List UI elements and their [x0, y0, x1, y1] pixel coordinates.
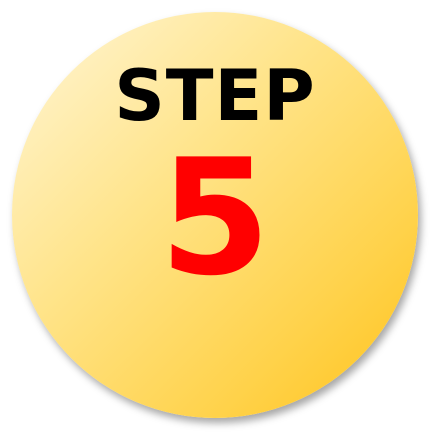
step-number: 5	[159, 124, 271, 311]
step-badge-canvas: STEP 5	[0, 0, 430, 434]
